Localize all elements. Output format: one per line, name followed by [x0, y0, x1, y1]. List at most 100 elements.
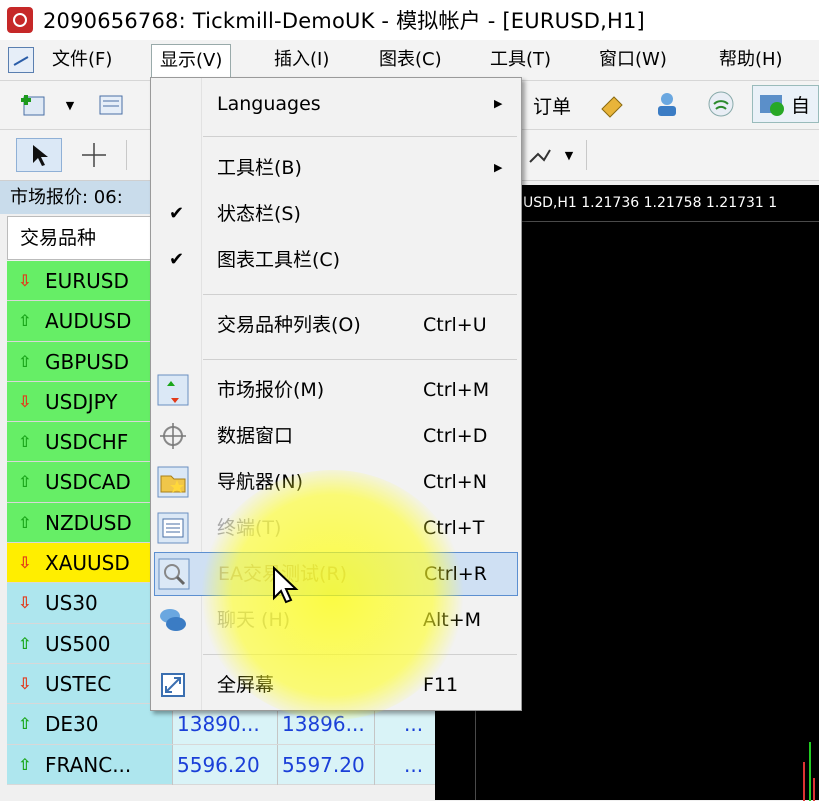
menu-separator	[203, 654, 517, 655]
view-menu-item[interactable]: EA交易测试(R) Ctrl+R	[154, 552, 518, 596]
menu-file[interactable]: 文件(F)	[44, 44, 120, 76]
new-order-button[interactable]: 订单	[522, 89, 582, 121]
view-menu-item[interactable]: 全屏幕 F11	[151, 663, 521, 707]
symbol-name: US500	[45, 631, 111, 656]
view-menu-item[interactable]: 数据窗口 Ctrl+D	[151, 414, 521, 458]
mouse-cursor-icon	[273, 566, 299, 604]
arrow-cursor-icon	[33, 145, 48, 166]
menu-view[interactable]: 显示(V)	[151, 44, 232, 80]
market-watch-row[interactable]: ⇧ FRANC... 5596.20 5597.20...	[7, 744, 435, 785]
menu-item-label: 市场报价(M)	[217, 379, 325, 401]
crosshair-icon	[82, 143, 106, 167]
fullscreen-icon	[157, 669, 189, 701]
strategy-tester-icon	[158, 558, 190, 590]
candles	[803, 742, 815, 801]
new-chart-dropdown[interactable]: ▼	[62, 91, 78, 119]
checkmark-icon: ✔	[169, 249, 185, 270]
view-menu-item[interactable]: ✔ 状态栏(S)	[151, 192, 521, 236]
view-menu-item[interactable]: ✔ 图表工具栏(C)	[151, 238, 521, 282]
view-menu-item[interactable]: 交易品种列表(O) Ctrl+U	[151, 303, 521, 347]
menu-shortcut: Ctrl+U	[423, 314, 487, 336]
symbol-name: USDCAD	[45, 470, 131, 495]
arrow-down-icon: ⇩	[18, 593, 32, 613]
symbol-name: DE30	[45, 712, 99, 737]
view-menu-item[interactable]: 聊天 (H) Alt+M	[151, 598, 521, 642]
menu-charts[interactable]: 图表(C)	[371, 44, 450, 76]
autotrading-button[interactable]: 自	[752, 85, 819, 123]
window-title: 2090656768: Tickmill-DemoUK - 模拟帐户 - [EU…	[43, 9, 645, 33]
market-button[interactable]	[704, 89, 738, 119]
menu-shortcut: Ctrl+T	[423, 517, 485, 539]
objects-dropdown[interactable]: ▼	[560, 138, 578, 172]
symbol-name: NZDUSD	[45, 510, 132, 535]
toolbar-divider	[586, 140, 587, 170]
shapes-icon	[529, 149, 551, 163]
toolbar-divider	[126, 140, 127, 170]
menu-item-label: 状态栏(S)	[217, 203, 301, 225]
view-menu-item[interactable]: Languages ▶	[151, 82, 521, 126]
crosshair-tool-button[interactable]	[76, 138, 112, 172]
arrow-up-icon: ⇧	[18, 311, 32, 331]
menu-item-label: 全屏幕	[217, 674, 275, 696]
submenu-arrow-icon: ▶	[494, 161, 503, 174]
chart-window-icon[interactable]	[8, 47, 34, 73]
menu-item-label: 导航器(N)	[217, 471, 304, 493]
bid-price: 5596.20	[177, 752, 260, 777]
signal-wifi-icon	[708, 91, 734, 117]
arrow-down-icon: ⇩	[18, 553, 32, 573]
new-order-label: 订单	[532, 95, 571, 118]
menu-bar: 文件(F) 显示(V) 插入(I) 图表(C) 工具(T) 窗口(W) 帮助(H…	[0, 40, 819, 81]
symbol-name: AUDUSD	[45, 309, 132, 334]
view-menu-item[interactable]: 终端(T) Ctrl+T	[151, 506, 521, 550]
menu-item-label: 工具栏(B)	[217, 157, 302, 179]
signals-button[interactable]	[652, 89, 682, 119]
chat-icon	[157, 604, 189, 636]
arrow-down-icon: ⇩	[18, 271, 32, 290]
objects-button[interactable]	[526, 138, 554, 172]
menu-separator	[203, 136, 517, 137]
metaeditor-button[interactable]	[598, 91, 628, 119]
spread-value: ...	[404, 752, 424, 777]
arrow-up-icon: ⇧	[18, 472, 32, 492]
profiles-button[interactable]	[94, 91, 128, 119]
autotrading-icon	[760, 95, 784, 116]
view-menu-item[interactable]: 市场报价(M) Ctrl+M	[151, 368, 521, 412]
view-menu-item[interactable]: 导航器(N) Ctrl+N	[151, 460, 521, 504]
new-chart-button[interactable]	[16, 91, 50, 119]
crosshair-icon	[157, 420, 189, 452]
symbol-name: EURUSD	[45, 269, 129, 293]
menu-shortcut: F11	[423, 674, 459, 696]
autotrading-label: 自	[791, 94, 811, 117]
menu-tools[interactable]: 工具(T)	[482, 44, 559, 76]
submenu-arrow-icon: ▶	[494, 97, 503, 110]
menu-window[interactable]: 窗口(W)	[591, 44, 675, 76]
symbol-name: USDJPY	[45, 389, 118, 414]
cell-divider	[374, 744, 375, 785]
menu-shortcut: Ctrl+M	[423, 379, 490, 401]
menu-item-label: 数据窗口	[217, 425, 294, 447]
arrow-down-icon: ⇩	[18, 673, 32, 693]
menu-shortcut: Alt+M	[423, 609, 482, 631]
arrow-up-icon: ⇧	[18, 351, 32, 371]
menu-help[interactable]: 帮助(H)	[711, 44, 791, 76]
menu-item-label: 终端(T)	[217, 517, 282, 539]
metaeditor-icon	[601, 96, 623, 118]
menu-item-label: 交易品种列表(O)	[217, 314, 361, 336]
arrow-up-icon: ⇧	[18, 714, 32, 734]
view-menu-dropdown: Languages ▶ 工具栏(B) ▶ ✔ 状态栏(S) ✔ 图表工具栏(C) 交易品种列表(…	[150, 77, 522, 711]
view-menu-item[interactable]: 工具栏(B) ▶	[151, 146, 521, 190]
chart-plot-area[interactable]	[475, 221, 819, 801]
arrow-up-icon: ⇧	[18, 432, 32, 452]
menu-item-label: Languages	[217, 93, 321, 115]
terminal-icon	[157, 512, 189, 544]
menu-separator	[203, 294, 517, 295]
title-bar: 2090656768: Tickmill-DemoUK - 模拟帐户 - [EU…	[0, 0, 819, 40]
symbol-name: GBPUSD	[45, 349, 130, 374]
market-watch-icon	[157, 374, 189, 406]
cursor-tool-button[interactable]	[16, 138, 62, 172]
profiles-icon	[99, 95, 123, 115]
menu-shortcut: Ctrl+R	[424, 563, 487, 585]
menu-shortcut: Ctrl+D	[423, 425, 488, 447]
menu-insert[interactable]: 插入(I)	[266, 44, 337, 76]
menu-separator	[203, 359, 517, 360]
